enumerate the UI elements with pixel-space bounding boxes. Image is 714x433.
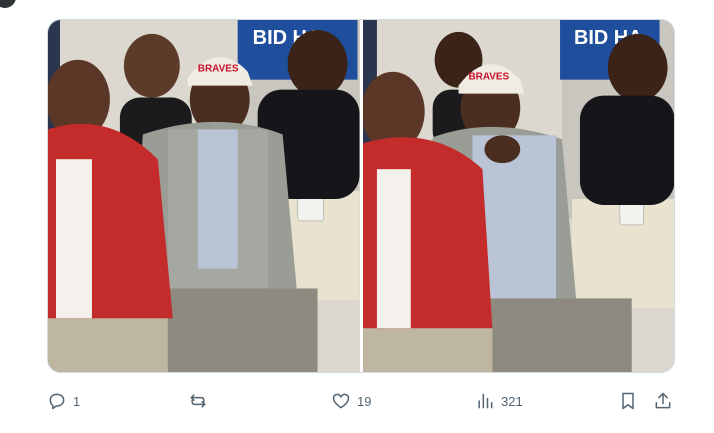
views-button[interactable]: 321 bbox=[475, 388, 523, 414]
tweet-photo-2[interactable]: BID HA BRAVES bbox=[362, 20, 674, 372]
photo-2-image: BID HA BRAVES bbox=[362, 20, 674, 372]
views-count: 321 bbox=[501, 393, 523, 409]
heart-icon bbox=[332, 393, 350, 409]
reply-button[interactable]: 1 bbox=[47, 388, 80, 414]
bookmark-button[interactable] bbox=[618, 388, 638, 414]
photo-1-image: BID HA BRAVES bbox=[48, 20, 360, 372]
tweet-action-bar: 1 19 321 bbox=[47, 388, 675, 414]
tweet-page: BID HA BRAVES BID HA BRAVES 1 19 321 bbox=[0, 0, 714, 433]
like-count: 19 bbox=[357, 393, 372, 409]
tweet-photo-1[interactable]: BID HA BRAVES bbox=[48, 20, 360, 372]
reply-icon bbox=[49, 393, 65, 410]
tweet-media-grid: BID HA BRAVES BID HA BRAVES bbox=[47, 19, 675, 373]
avatar[interactable] bbox=[0, 0, 16, 8]
share-button[interactable] bbox=[653, 388, 673, 414]
views-chart-icon bbox=[478, 393, 493, 409]
share-icon bbox=[655, 392, 671, 409]
repost-button[interactable] bbox=[188, 388, 214, 414]
cap-text: BRAVES bbox=[198, 64, 239, 75]
cap-text: BRAVES bbox=[468, 72, 509, 83]
reply-count: 1 bbox=[73, 393, 81, 409]
bookmark-icon bbox=[622, 392, 634, 410]
like-button[interactable]: 19 bbox=[331, 388, 371, 414]
repost-icon bbox=[190, 394, 206, 408]
